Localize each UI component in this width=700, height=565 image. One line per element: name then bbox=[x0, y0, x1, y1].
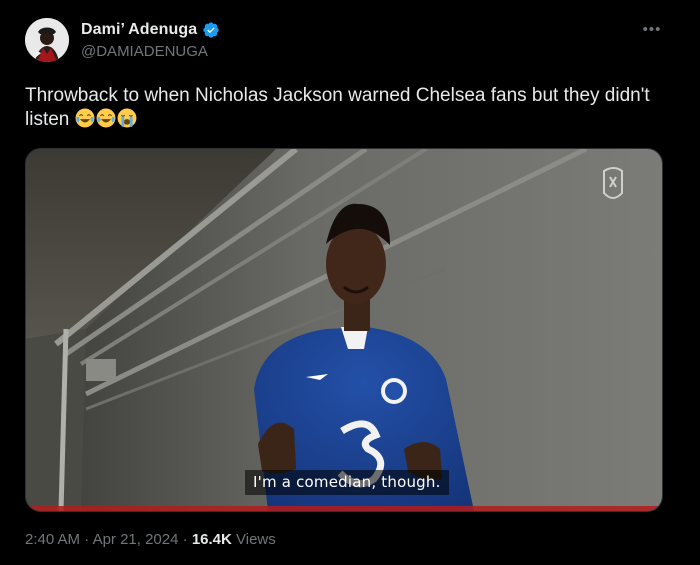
tweet-meta: 2:40 AM · Apr 21, 2024 · 16.4K Views bbox=[25, 531, 276, 548]
verified-badge-icon bbox=[203, 22, 219, 38]
views-count[interactable]: 16.4K bbox=[192, 531, 232, 548]
author-handle[interactable]: @DAMIADENUGA bbox=[81, 43, 208, 60]
face-with-tears-of-joy-icon bbox=[96, 108, 116, 128]
face-with-tears-of-joy-icon bbox=[75, 108, 95, 128]
avatar-image bbox=[25, 18, 69, 62]
tweet-avatar[interactable] bbox=[25, 18, 69, 62]
video-frame-image bbox=[26, 149, 662, 511]
tweet-time[interactable]: 2:40 AM bbox=[25, 531, 80, 548]
tweet-date[interactable]: Apr 21, 2024 bbox=[93, 531, 179, 548]
tweet-media-video[interactable]: I'm a comedian, though. bbox=[25, 148, 663, 512]
more-options-icon[interactable]: ••• bbox=[641, 18, 663, 40]
meta-separator: · bbox=[182, 531, 188, 548]
video-caption: I'm a comedian, though. bbox=[245, 470, 449, 495]
views-label: Views bbox=[236, 531, 276, 548]
author-display-name[interactable]: Dami’ Adenuga bbox=[81, 21, 197, 39]
loudly-crying-face-icon bbox=[117, 108, 137, 128]
meta-separator: · bbox=[84, 531, 90, 548]
tweet-text: Throwback to when Nicholas Jackson warne… bbox=[25, 84, 675, 132]
author-name-row: Dami’ Adenuga bbox=[81, 21, 220, 39]
